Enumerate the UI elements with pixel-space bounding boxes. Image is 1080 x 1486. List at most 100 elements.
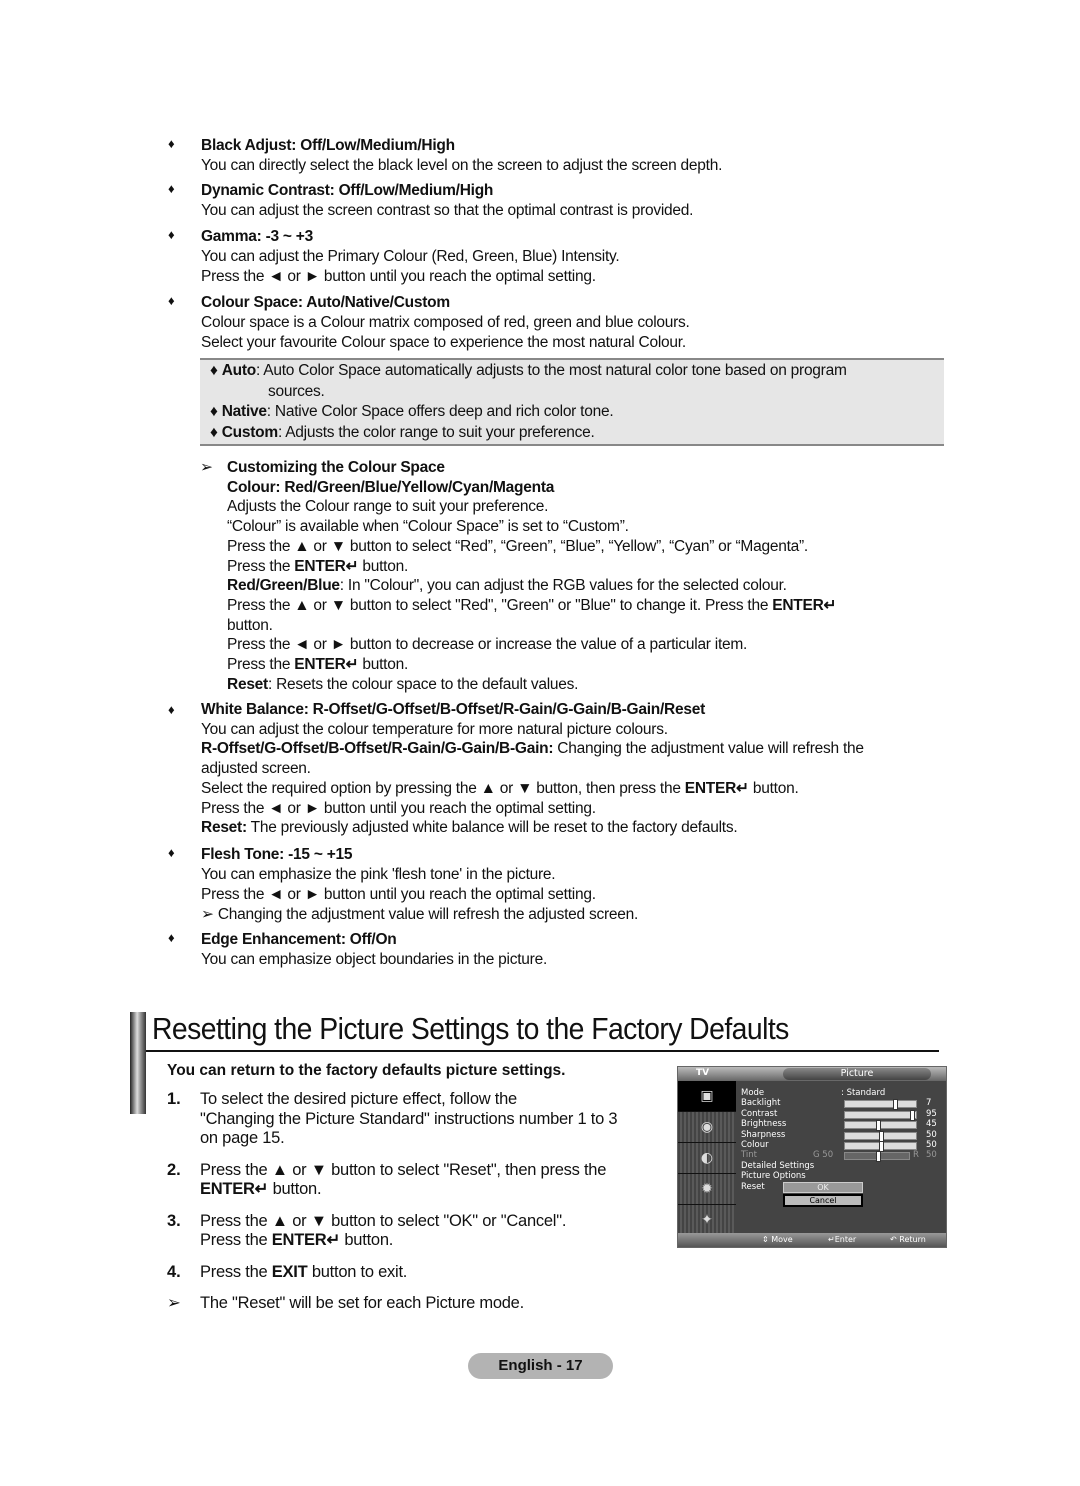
item-text: You can adjust the screen contrast so th…: [201, 202, 694, 219]
tip-text: Press the ▲ or ▼ button to select “Red”,…: [227, 537, 808, 555]
item-heading: Flesh Tone: -15 ~ +15: [201, 846, 353, 863]
osd-row-sharpness: Sharpness 50: [741, 1129, 937, 1142]
note-auto: ♦ Auto: Auto Color Space automatically a…: [210, 362, 847, 379]
tip-text: Press the ENTER↵ button.: [227, 656, 409, 674]
section-bar-decoration: [130, 1012, 146, 1114]
tip-text: button.: [227, 616, 273, 634]
section-subtitle: You can return to the factory defaults p…: [167, 1062, 566, 1079]
tip-text: Adjusts the Colour range to suit your pr…: [227, 498, 549, 516]
osd-menu-list: Mode : Standard Backlight 7 Contrast 95 Brig…: [741, 1088, 941, 1192]
note-arrow-icon: ➢: [167, 1294, 181, 1312]
bullet-icon: ♦: [168, 293, 175, 308]
black-adjust-item: ♦ Black Adjust: Off/Low/Medium/High You …: [168, 136, 958, 176]
item-text: Select the required option by pressing t…: [201, 779, 799, 797]
osd-return-hint: ↶ Return: [890, 1235, 926, 1244]
input-icon: ✦: [678, 1205, 736, 1236]
bullet-icon: ♦: [168, 136, 175, 151]
tip-text: Press the ◄ or ► button to decrease or i…: [227, 636, 748, 654]
item-heading: White Balance: R-Offset/G-Offset/B-Offse…: [201, 701, 706, 718]
gamma-item: ♦ Gamma: -3 ~ +3 You can adjust the Prim…: [168, 227, 958, 287]
sharpness-slider: [844, 1130, 917, 1142]
osd-source-label: TV: [696, 1068, 710, 1078]
white-balance-item: ♦ White Balance: R-Offset/G-Offset/B-Off…: [168, 700, 958, 838]
bullet-icon: ♦: [168, 181, 175, 196]
osd-row-mode: Mode : Standard: [741, 1088, 886, 1098]
item-text: You can emphasize the pink 'flesh tone' …: [201, 866, 556, 883]
item-heading: Dynamic Contrast: Off/Low/Medium/High: [201, 182, 494, 199]
bullet-icon: ♦: [210, 423, 218, 441]
step-2: 2. Press the ▲ or ▼ button to select "Re…: [167, 1160, 607, 1199]
tint-slider: [844, 1151, 910, 1163]
enter-key-label: ENTER↵: [200, 1180, 269, 1198]
osd-reset-options: OK Cancel: [783, 1182, 863, 1207]
enter-key-label: ENTER↵: [294, 656, 359, 674]
note-arrow-icon: ➢: [200, 459, 213, 476]
osd-tab-picture: Picture: [783, 1068, 931, 1080]
enter-key-label: ENTER↵: [684, 779, 749, 797]
note-custom: ♦ Custom: Adjusts the color range to sui…: [210, 423, 595, 441]
tip-text: Red/Green/Blue: In "Colour", you can adj…: [227, 577, 787, 595]
osd-move-hint: ⇕ Move: [762, 1235, 793, 1244]
osd-row-detailed: Detailed Settings: [741, 1160, 815, 1171]
section-title: Resetting the Picture Settings to the Fa…: [152, 1012, 789, 1046]
note-auto-cont: sources.: [268, 382, 325, 400]
tip-subheading: Colour: Red/Green/Blue/Yellow/Cyan/Magen…: [227, 478, 555, 496]
item-heading: Black Adjust: Off/Low/Medium/High: [201, 137, 455, 154]
item-text: Select your favourite Colour space to ex…: [201, 334, 686, 351]
item-text: Press the ◄ or ► button until you reach …: [201, 799, 596, 817]
colour-space-item: ♦ Colour Space: Auto/Native/Custom Colou…: [168, 293, 958, 353]
page-number-badge: English - 17: [468, 1353, 613, 1379]
bullet-icon: ♦: [210, 403, 218, 420]
bullet-icon: ♦: [168, 702, 175, 717]
osd-row-brightness: Brightness 45: [741, 1119, 937, 1132]
osd-row-colour: Colour 50: [741, 1139, 937, 1152]
enter-key-label: ENTER↵: [271, 1231, 341, 1249]
item-text: Colour space is a Colour matrix composed…: [201, 314, 690, 331]
item-text: Press the ◄ or ► button until you reach …: [201, 268, 596, 285]
step-3: 3. Press the ▲ or ▼ button to select "OK…: [167, 1211, 567, 1250]
bullet-icon: ♦: [168, 930, 175, 945]
osd-row-tint: Tint G 50 R 50: [741, 1150, 937, 1163]
sound-icon: ◉: [678, 1112, 736, 1143]
osd-row-backlight: Backlight 7: [741, 1098, 932, 1111]
tip-text: Press the ENTER↵ button.: [227, 557, 409, 575]
note-native: ♦ Native: Native Color Space offers deep…: [210, 403, 614, 420]
steps-list: 1. To select the desired picture effect,…: [167, 1090, 677, 1326]
tip-text: “Colour” is available when “Colour Space…: [227, 518, 629, 536]
item-text: You can emphasize object boundaries in t…: [201, 951, 547, 968]
contrast-slider: [844, 1109, 917, 1121]
osd-row-contrast: Contrast 95: [741, 1108, 937, 1121]
bullet-icon: ♦: [210, 362, 218, 379]
customizing-colour-space-tip: ➢ Customizing the Colour Space Colour: R…: [200, 458, 950, 694]
picture-icon: ▣: [678, 1081, 736, 1112]
edge-enhancement-item: ♦ Edge Enhancement: Off/On You can empha…: [168, 930, 958, 970]
brightness-slider: [844, 1120, 917, 1132]
backlight-slider: [844, 1099, 917, 1111]
item-text: Press the ◄ or ► button until you reach …: [201, 886, 596, 903]
osd-sidebar: ▣ ◉ ◐ ✹ ✦: [678, 1081, 736, 1236]
item-text: R-Offset/G-Offset/B-Offset/R-Gain/G-Gain…: [201, 740, 864, 758]
dynamic-contrast-item: ♦ Dynamic Contrast: Off/Low/Medium/High …: [168, 181, 958, 221]
bullet-icon: ♦: [168, 845, 175, 860]
osd-cancel-option: Cancel: [783, 1194, 863, 1207]
colour-slider: [844, 1140, 917, 1152]
osd-ok-option: OK: [783, 1182, 863, 1193]
tv-picture-menu-screenshot: TV Picture ▣ ◉ ◐ ✹ ✦ Mode : Standard Bac…: [677, 1066, 947, 1248]
colour-space-note-box: ♦ Auto: Auto Color Space automatically a…: [200, 358, 944, 446]
item-note: ➢ Changing the adjustment value will ref…: [201, 906, 639, 923]
enter-key-label: ENTER↵: [772, 596, 837, 614]
item-text: You can adjust the Primary Colour (Red, …: [201, 248, 620, 265]
osd-header: TV Picture: [678, 1067, 946, 1081]
item-text: You can adjust the colour temperature fo…: [201, 720, 668, 738]
item-text: adjusted screen.: [201, 760, 311, 778]
tip-text: Reset: Resets the colour space to the de…: [227, 675, 579, 693]
exit-key-label: EXIT: [271, 1262, 308, 1281]
bullet-icon: ♦: [168, 227, 175, 242]
item-heading: Colour Space: Auto/Native/Custom: [201, 294, 450, 311]
flesh-tone-item: ♦ Flesh Tone: -15 ~ +15 You can emphasiz…: [168, 845, 958, 925]
step-1: 1. To select the desired picture effect,…: [167, 1090, 618, 1147]
note-arrow-icon: ➢: [201, 906, 214, 923]
tip-text: Press the ▲ or ▼ button to select "Red",…: [227, 596, 837, 614]
item-heading: Edge Enhancement: Off/On: [201, 931, 397, 948]
section-note: ➢ The "Reset" will be set for each Pictu…: [167, 1294, 524, 1312]
